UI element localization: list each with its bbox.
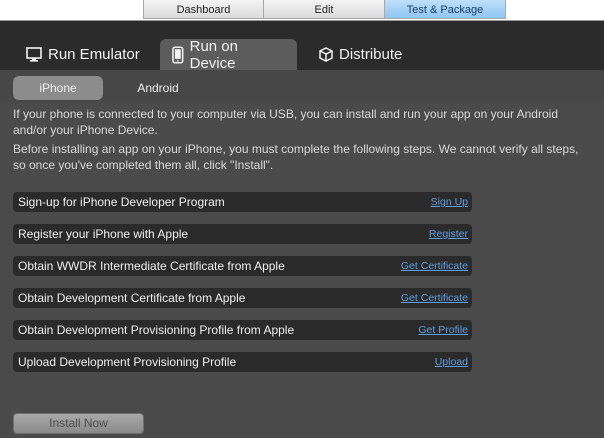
steps-list: Sign-up for iPhone Developer Program Sig… [13,192,472,384]
step-upload-profile: Upload Development Provisioning Profile … [13,352,472,372]
step-register: Register your iPhone with Apple Register [13,224,472,244]
tab-run-emulator-label: Run Emulator [48,46,140,63]
step-label: Register your iPhone with Apple [18,227,189,241]
topnav-test-package[interactable]: Test & Package [385,0,506,19]
step-wwdr-certificate: Obtain WWDR Intermediate Certificate fro… [13,256,472,276]
device-subtabs: iPhone Android [13,76,203,100]
step-label: Obtain WWDR Intermediate Certificate fro… [18,259,285,273]
step-signup: Sign-up for iPhone Developer Program Sig… [13,192,472,212]
step-label: Upload Development Provisioning Profile [18,355,237,369]
tab-run-emulator[interactable]: Run Emulator [14,39,160,70]
tab-distribute-label: Distribute [339,46,403,63]
top-bar: Dashboard Edit Test & Package [0,0,604,21]
upload-link[interactable]: Upload [435,356,468,368]
subtab-iphone[interactable]: iPhone [13,76,103,100]
topnav-edit[interactable]: Edit [264,0,385,19]
sign-up-link[interactable]: Sign Up [431,196,468,208]
tab-distribute[interactable]: Distribute [297,39,427,70]
step-label: Sign-up for iPhone Developer Program [18,195,225,209]
step-label: Obtain Development Certificate from Appl… [18,291,246,305]
phone-icon [172,45,184,64]
subtab-android[interactable]: Android [113,76,203,100]
get-wwdr-certificate-link[interactable]: Get Certificate [401,260,468,272]
tab-run-on-device[interactable]: Run on Device [160,37,297,72]
step-development-certificate: Obtain Development Certificate from Appl… [13,288,472,308]
top-navigation: Dashboard Edit Test & Package [143,0,506,20]
monitor-icon [26,46,42,62]
get-profile-link[interactable]: Get Profile [418,324,468,336]
main-tabs: Run Emulator Run on Device Distribute [14,37,427,72]
get-development-certificate-link[interactable]: Get Certificate [401,292,468,304]
register-link[interactable]: Register [429,228,468,240]
topnav-dashboard[interactable]: Dashboard [143,0,264,19]
intro-text: If your phone is connected to your compu… [13,107,558,137]
step-provisioning-profile: Obtain Development Provisioning Profile … [13,320,472,340]
step-label: Obtain Development Provisioning Profile … [18,323,295,337]
instructions-text: Before installing an app on your iPhone,… [13,142,579,172]
cube-icon [319,47,333,62]
install-now-button[interactable]: Install Now [13,413,144,434]
tab-run-on-device-label: Run on Device [189,37,238,72]
